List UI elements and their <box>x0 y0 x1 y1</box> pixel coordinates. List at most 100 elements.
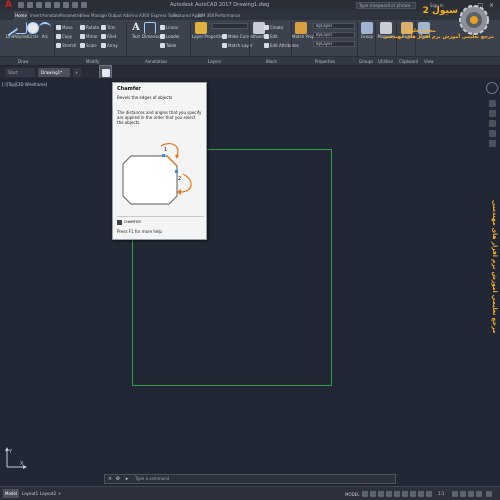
close-command-line-icon[interactable]: × <box>107 476 113 482</box>
leader-tool[interactable]: Leader <box>160 33 180 40</box>
table-label: Table <box>166 43 177 48</box>
stretch-tool[interactable]: Stretch <box>56 42 76 49</box>
model-layout-tab[interactable]: Model <box>3 489 20 498</box>
stretch-label: Stretch <box>62 43 77 48</box>
tab-insert[interactable]: Insert <box>30 11 41 20</box>
properties-panel-title[interactable]: Properties <box>315 57 335 66</box>
annotation-panel-title[interactable]: Annotation <box>145 57 167 66</box>
linetype-combo[interactable]: ByLayer <box>313 41 355 47</box>
ortho-icon[interactable] <box>378 491 384 497</box>
utilities-panel-title[interactable]: Utilities <box>378 57 393 66</box>
tab-bim360[interactable]: BIM 360 <box>198 11 214 20</box>
annotation-scale[interactable]: 1:1 <box>436 489 446 498</box>
clipboard-panel-title[interactable]: Clipboard <box>399 57 418 66</box>
groups-panel-title[interactable]: Groups <box>359 57 373 66</box>
move-tool[interactable]: Move <box>56 24 73 31</box>
match-properties-tool[interactable]: Match Properties <box>292 22 326 44</box>
trim-tool[interactable]: Trim <box>101 24 116 31</box>
customization-menu-icon[interactable] <box>486 491 492 497</box>
lineweight-icon[interactable] <box>410 491 416 497</box>
svg-text:Y: Y <box>8 449 13 455</box>
tab-home[interactable]: Home <box>14 11 28 20</box>
tooltip-description: The distances and angles that you specif… <box>117 110 202 125</box>
draw-panel-title[interactable]: Draw <box>18 57 28 66</box>
layer-properties-icon <box>195 22 207 34</box>
linear-tool[interactable]: Linear <box>160 24 178 31</box>
edit-block-icon <box>264 34 269 39</box>
plot-icon[interactable] <box>54 2 60 8</box>
block-panel-title[interactable]: Block <box>266 57 277 66</box>
grid-icon[interactable] <box>362 491 368 497</box>
dimension-tool[interactable]: Dimension <box>142 22 163 44</box>
undo-icon[interactable] <box>63 2 69 8</box>
save-icon[interactable] <box>36 2 42 8</box>
chamfer-icon <box>102 69 110 77</box>
edit-block-tool[interactable]: Edit <box>264 33 278 40</box>
array-tool[interactable]: Array <box>101 42 118 49</box>
otrack-icon[interactable] <box>402 491 408 497</box>
table-tool[interactable]: Table <box>160 42 176 49</box>
tab-parametric[interactable]: Parametric <box>60 11 82 20</box>
copy-tool[interactable]: Copy <box>56 33 72 40</box>
modify-panel-title[interactable]: Modify <box>86 57 99 66</box>
fillet-tool[interactable]: Fillet <box>101 33 116 40</box>
search-input[interactable]: Type a keyword or phrase <box>356 2 416 9</box>
scale-tool[interactable]: Scale <box>80 42 97 49</box>
new-tab-plus-icon[interactable]: + <box>73 68 81 77</box>
tab-a360[interactable]: A360 <box>139 11 149 20</box>
pan-icon[interactable] <box>489 110 496 117</box>
full-navigation-wheel-icon[interactable] <box>489 100 496 107</box>
orbit-icon[interactable] <box>489 130 496 137</box>
save-as-icon[interactable] <box>45 2 51 8</box>
application-menu-button[interactable]: A <box>1 0 16 11</box>
arc-tool[interactable]: Arc <box>37 22 53 44</box>
layer-combo[interactable] <box>212 23 248 29</box>
command-input[interactable]: Type a command <box>135 475 169 483</box>
tab-manage[interactable]: Manage <box>91 11 107 20</box>
edit-block-label: Edit <box>270 34 278 39</box>
redo-icon[interactable] <box>72 2 78 8</box>
osnap-icon[interactable] <box>394 491 400 497</box>
autocad-window: A Autodesk AutoCAD 2017 Drawing1.dwg Typ… <box>0 0 500 500</box>
lineweight-combo[interactable]: ByLayer <box>313 32 355 38</box>
tab-output[interactable]: Output <box>108 11 122 20</box>
showmotion-icon[interactable] <box>489 140 496 147</box>
trim-label: Trim <box>107 25 116 30</box>
fillet-label: Fillet <box>107 34 117 39</box>
command-line[interactable]: × ⚙ ▸ Type a command <box>104 474 396 484</box>
transparency-icon[interactable] <box>418 491 424 497</box>
create-block-tool[interactable]: Create <box>264 24 283 31</box>
model-space-label[interactable]: MODEL <box>345 490 359 499</box>
tab-performance[interactable]: Performance <box>215 11 240 20</box>
new-icon[interactable] <box>18 2 24 8</box>
clean-screen-icon[interactable] <box>476 491 482 497</box>
workspace-switch-icon[interactable] <box>452 491 458 497</box>
drawing1-file-tab[interactable]: Drawing1* <box>38 68 70 77</box>
customize-icon[interactable]: ⚙ <box>115 476 121 482</box>
command-history-icon[interactable]: ▸ <box>124 476 130 482</box>
viewcube-icon[interactable] <box>486 82 498 94</box>
view-panel-title[interactable]: View <box>424 57 434 66</box>
mirror-tool[interactable]: Mirror <box>80 33 98 40</box>
tab-view[interactable]: View <box>80 11 90 20</box>
tab-annotate[interactable]: Annotate <box>42 11 60 20</box>
units-icon[interactable] <box>468 491 474 497</box>
snap-icon[interactable] <box>370 491 376 497</box>
mirror-icon <box>80 34 85 39</box>
add-layout-plus-icon[interactable]: + <box>56 489 63 498</box>
open-icon[interactable] <box>27 2 33 8</box>
tooltip-command-name: CHAMFER <box>124 220 141 225</box>
viewport-controls[interactable]: [-][Top][2D Wireframe] <box>2 82 47 87</box>
start-file-tab[interactable]: Start <box>5 68 35 77</box>
workspace-icon[interactable] <box>81 2 87 8</box>
annotation-monitor-icon[interactable] <box>460 491 466 497</box>
group-tool[interactable]: Group <box>359 22 375 44</box>
tab-addins[interactable]: Add-ins <box>123 11 138 20</box>
selection-cycling-icon[interactable] <box>426 491 432 497</box>
layers-panel-title[interactable]: Layers <box>208 57 221 66</box>
polar-icon[interactable] <box>386 491 392 497</box>
color-combo[interactable]: ByLayer <box>313 23 355 29</box>
layer-properties-tool[interactable]: Layer Properties <box>192 22 225 44</box>
rotate-tool[interactable]: Rotate <box>80 24 99 31</box>
zoom-extents-icon[interactable] <box>489 120 496 127</box>
